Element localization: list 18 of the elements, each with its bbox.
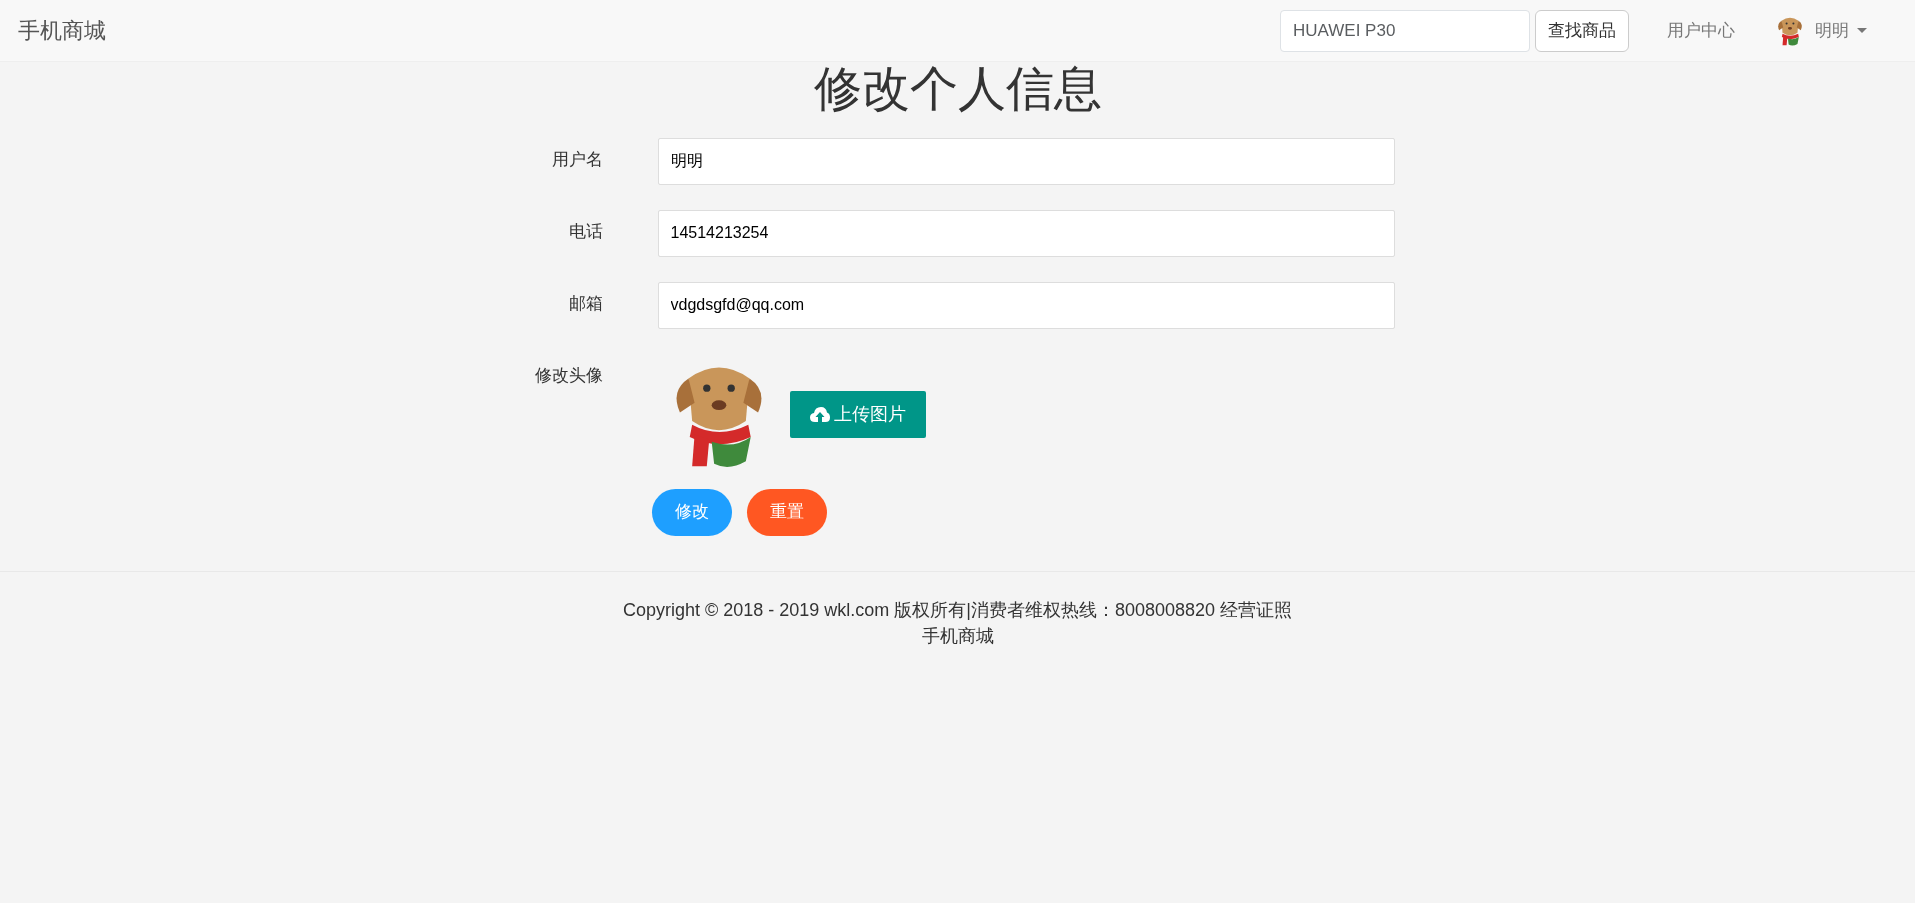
input-field[interactable]: 14514213254 xyxy=(657,209,1395,257)
page-title: 修改个人信息 xyxy=(812,61,1103,117)
input-field[interactable]: vdgdsgfd@qq.com xyxy=(657,281,1395,329)
upload-button[interactable]: 上传图片 xyxy=(789,391,926,439)
field-label: 修改头像 xyxy=(533,364,603,387)
search-button[interactable]: 查找商品 xyxy=(1535,9,1629,52)
footer-text: Copyright © 2018 - 2019 wkl.com 版权所有|消费者维权热线：8008008820 经营证照 xyxy=(621,598,1294,622)
brand-link[interactable]: 手机商城 xyxy=(18,14,106,47)
input-field[interactable]: 明明 xyxy=(657,137,1395,185)
user-menu[interactable]: 明明 xyxy=(1773,13,1867,48)
footer-text: 手机商城 xyxy=(920,624,995,648)
caret-icon xyxy=(1857,28,1867,33)
cloud-upload-icon xyxy=(809,406,830,423)
search-field[interactable]: HUAWEI P30 xyxy=(1280,9,1530,52)
field-label: 邮箱 xyxy=(567,292,603,315)
field-label: 电话 xyxy=(567,220,603,243)
nav-link[interactable]: 用户中心 xyxy=(1667,17,1735,44)
field-label: 用户名 xyxy=(550,148,603,171)
